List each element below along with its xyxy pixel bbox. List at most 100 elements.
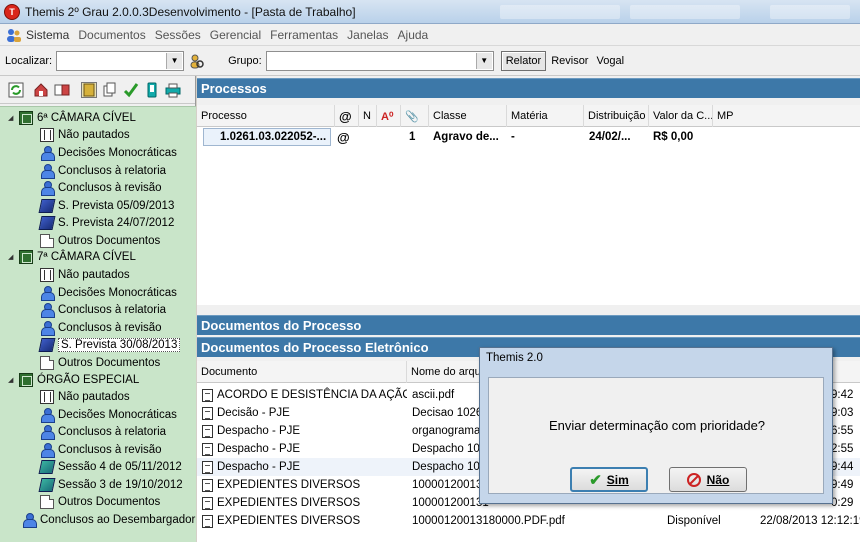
title-bar: T Themis 2º Grau 2.0.0.3Desenvolvimento … [0, 0, 860, 24]
tree-item[interactable]: Sessão 3 de 19/10/2012 [38, 476, 183, 493]
localizar-combo[interactable]: ▼ [56, 50, 185, 71]
tree-item-label: Outros Documentos [58, 234, 161, 247]
col-mp[interactable]: MP [713, 105, 860, 127]
themis-app-icon[interactable]: T [4, 3, 20, 20]
col-processo[interactable]: Processo [197, 105, 335, 127]
court-folder-icon [19, 372, 33, 387]
col-classe[interactable]: Classe [429, 105, 507, 127]
copy-docs-icon[interactable] [102, 82, 118, 98]
tree-item-conclusos-desembargador[interactable]: Conclusos ao Desembargador [22, 511, 195, 528]
menu-bar: Sistema Documentos Sessões Gerencial Fer… [0, 24, 860, 46]
processos-grid: Processo @ N A⁰ 📎 Classe Matéria Distrib… [197, 105, 860, 305]
tree-item-label: S. Prevista 30/08/2013 [58, 337, 181, 352]
cell-documento-text: EXPEDIENTES DIVERSOS [217, 515, 361, 527]
document-icon [202, 460, 213, 474]
tree-item[interactable]: Outros Documentos [40, 232, 160, 249]
inactive-window-ghost [500, 5, 620, 19]
vogal-option[interactable]: Vogal [596, 55, 624, 67]
print-icon[interactable] [165, 82, 181, 98]
tree-item-selected[interactable]: S. Prevista 30/08/2013 [38, 336, 181, 353]
cell-processo[interactable]: 1.0261.03.022052-... [203, 128, 331, 146]
cell-documento-text: ACORDO E DESISTÊNCIA DA AÇÃO [217, 389, 407, 401]
col-materia[interactable]: Matéria [507, 105, 584, 127]
tree-item[interactable]: Decisões Monocráticas [40, 406, 177, 423]
inactive-window-ghost [770, 5, 850, 19]
check-icon[interactable] [123, 82, 139, 98]
tree-item[interactable]: Conclusos à revisão [40, 319, 162, 336]
refresh-icon[interactable] [8, 82, 24, 98]
tree-item[interactable]: Não pautados [40, 388, 130, 405]
tree-group-7-camara[interactable]: ◢ 7ª CÂMARA CÍVEL [8, 248, 136, 265]
tree-item[interactable]: Outros Documentos [40, 354, 160, 371]
tree-item[interactable]: Conclusos à revisão [40, 441, 162, 458]
tree-item[interactable]: Não pautados [40, 126, 130, 143]
tree-group-label: 7ª CÂMARA CÍVEL [37, 250, 136, 263]
tree-item[interactable]: Sessão 4 de 05/11/2012 [38, 458, 182, 475]
collapse-icon[interactable]: ◢ [8, 114, 17, 122]
menu-users-icon[interactable] [6, 27, 22, 43]
col-at[interactable]: @ [335, 105, 359, 127]
cell-anexos: 1 [409, 131, 416, 143]
tree-item-label: Sessão 4 de 05/11/2012 [58, 460, 182, 473]
sim-button[interactable]: ✔ Sim [570, 467, 648, 492]
dialog-body: Enviar determinação com prioridade? ✔ Si… [488, 377, 824, 494]
book-icon[interactable] [81, 81, 97, 98]
col-n[interactable]: N [359, 105, 377, 127]
document-icon [40, 233, 54, 248]
table-row[interactable]: 1.0261.03.022052-... @ 1 Agravo de... - … [197, 128, 860, 146]
relator-button[interactable]: Relator [500, 50, 547, 71]
menu-documentos[interactable]: Documentos [78, 28, 145, 42]
col-clip[interactable]: 📎 [401, 105, 429, 127]
cell-documento: Despacho - PJE [202, 422, 407, 440]
col-valor[interactable]: Valor da C... [649, 105, 713, 127]
dialog-message: Enviar determinação com prioridade? [548, 418, 766, 433]
chevron-down-icon[interactable]: ▼ [166, 52, 183, 69]
person-search-icon[interactable] [188, 53, 204, 69]
col-documento[interactable]: Documento [197, 361, 407, 383]
menu-ferramentas[interactable]: Ferramentas [270, 28, 338, 42]
chevron-down-icon[interactable]: ▼ [475, 52, 492, 69]
table-row[interactable]: EXPEDIENTES DIVERSOS 10000120013180000.P… [197, 512, 860, 530]
cell-documento-text: Decisão - PJE [217, 407, 290, 419]
nao-button[interactable]: Não [669, 467, 747, 492]
grupo-combo[interactable]: ▼ [265, 50, 494, 71]
person-icon [40, 145, 55, 161]
cell-documento-text: EXPEDIENTES DIVERSOS [217, 497, 361, 509]
tree-item[interactable]: Outros Documentos [40, 493, 160, 510]
col-a[interactable]: A⁰ [377, 105, 401, 127]
tree-item[interactable]: Decisões Monocráticas [40, 284, 177, 301]
tree-item[interactable]: Conclusos à relatoria [40, 301, 166, 318]
collapse-icon[interactable]: ◢ [8, 253, 17, 261]
tree-item-label: Outros Documentos [58, 356, 161, 369]
phone-icon[interactable] [144, 82, 160, 98]
tree-item[interactable]: Não pautados [40, 266, 130, 283]
document-icon [40, 494, 54, 509]
tree-item[interactable]: Decisões Monocráticas [40, 144, 177, 161]
menu-sessoes[interactable]: Sessões [155, 28, 201, 42]
collapse-icon[interactable]: ◢ [8, 376, 17, 384]
tree-item[interactable]: S. Prevista 05/09/2013 [38, 197, 174, 214]
revisor-option[interactable]: Revisor [551, 55, 588, 67]
tree-item-label: Conclusos à relatoria [58, 425, 167, 438]
person-icon [40, 163, 55, 179]
col-distribuicao[interactable]: Distribuição [584, 105, 649, 127]
paperclip-icon: 📎 [405, 110, 419, 123]
tree-item[interactable]: S. Prevista 24/07/2012 [38, 214, 174, 231]
transfer-icon[interactable] [54, 82, 70, 98]
tree-item[interactable]: Conclusos à relatoria [40, 162, 166, 179]
document-icon [202, 388, 213, 402]
menu-gerencial[interactable]: Gerencial [210, 28, 261, 42]
tree-group-6-camara[interactable]: ◢ 6ª CÂMARA CÍVEL [8, 109, 136, 126]
tree-item-label: Decisões Monocráticas [58, 408, 177, 421]
tree-item[interactable]: Conclusos à revisão [40, 179, 162, 196]
menu-ajuda[interactable]: Ajuda [398, 28, 429, 42]
tree-item[interactable]: Conclusos à relatoria [40, 423, 166, 440]
tree-item-label: Outros Documentos [58, 495, 161, 508]
home-icon[interactable] [33, 82, 49, 98]
tree-item-label: Não pautados [58, 390, 130, 403]
cell-documento: EXPEDIENTES DIVERSOS [202, 512, 407, 530]
menu-janelas[interactable]: Janelas [347, 28, 388, 42]
tree-group-orgao-especial[interactable]: ◢ ÓRGÃO ESPECIAL [8, 371, 139, 388]
menu-sistema[interactable]: Sistema [26, 28, 69, 42]
cell-documento: Decisão - PJE [202, 404, 407, 422]
